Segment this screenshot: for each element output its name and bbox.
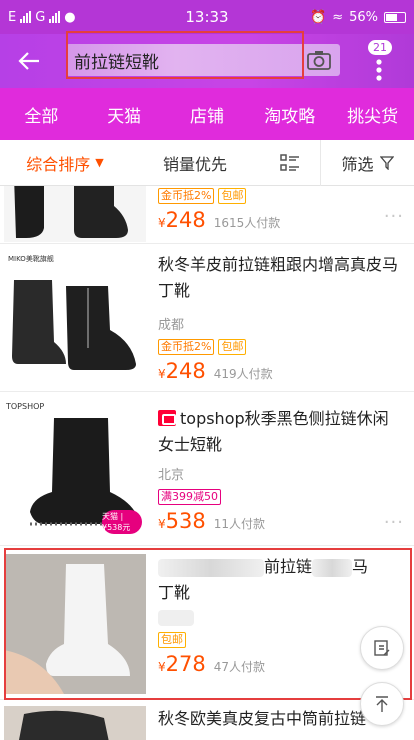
- edit-icon: [374, 640, 390, 656]
- back-to-top-button[interactable]: [360, 682, 404, 726]
- tag-discount: 满399减50: [158, 489, 221, 505]
- shop-logo-text: MIKO美靴旗舰: [8, 255, 54, 263]
- arrow-up-icon: [376, 696, 388, 712]
- list-item[interactable]: TOPSHOP 天猫 | ¥538元 topshop秋季黑色侧拉链休闲女士短靴 …: [0, 392, 414, 546]
- sort-comprehensive[interactable]: 综合排序 ▼: [0, 140, 130, 186]
- search-query: 前拉链短靴: [74, 52, 159, 73]
- status-left: E G ●: [8, 10, 76, 25]
- list-item[interactable]: 前拉链 马 丁靴 包邮 ¥278 47人付款: [0, 546, 414, 700]
- camera-button[interactable]: [304, 48, 334, 72]
- price: 278: [165, 652, 206, 676]
- blurred-text: [312, 558, 353, 577]
- blurred-location: [158, 610, 194, 626]
- paid-count: 11人付款: [213, 517, 266, 531]
- view-toggle-button[interactable]: [260, 140, 320, 186]
- sort-sales[interactable]: 销量优先: [130, 140, 260, 186]
- signal-icon-2: [49, 11, 61, 23]
- battery-icon: [384, 11, 406, 23]
- price: 248: [165, 208, 206, 232]
- caret-down-icon: ▼: [95, 156, 104, 169]
- currency-symbol: ¥: [158, 367, 166, 381]
- filter-button[interactable]: 筛选: [320, 139, 414, 186]
- back-button[interactable]: [0, 34, 58, 88]
- product-title-text: topshop秋季黑色侧拉链休闲女士短靴: [158, 409, 389, 454]
- status-bar: E G ● 13:33 ⏰ ≈ 56%: [0, 0, 414, 34]
- status-right: ⏰ ≈ 56%: [310, 10, 406, 25]
- carrier-e: E: [8, 9, 17, 25]
- tab-shop[interactable]: 店铺: [166, 88, 249, 140]
- qq-icon: ●: [64, 9, 76, 25]
- tmall-price-badge: 天猫 | ¥538元: [102, 510, 142, 534]
- product-title-part: 前拉链: [264, 557, 313, 576]
- back-arrow-icon: [18, 52, 39, 70]
- price: 538: [165, 509, 206, 533]
- product-image: MIKO美靴旗舰: [4, 252, 146, 386]
- funnel-icon: [379, 155, 394, 170]
- blurred-text: [158, 558, 264, 577]
- product-image: [4, 186, 146, 242]
- paid-count: 1615人付款: [213, 216, 281, 230]
- tmall-icon: [158, 410, 176, 426]
- product-title: 秋冬羊皮前拉链粗跟内增高真皮马丁靴: [158, 255, 399, 300]
- product-image: TOPSHOP 天猫 | ¥538元: [4, 400, 146, 540]
- product-image: [4, 706, 146, 740]
- more-options-icon[interactable]: ···: [384, 512, 404, 533]
- shop-logo-text: TOPSHOP: [6, 402, 45, 411]
- list-item[interactable]: 金币抵2% 包邮 ¥248 1615人付款 ···: [0, 186, 414, 244]
- tag-freeship: 包邮: [218, 339, 247, 355]
- paid-count: 47人付款: [213, 660, 266, 674]
- item-info: 金币抵2% 包邮 ¥248 1615人付款: [158, 188, 404, 232]
- signal-icon: [20, 11, 32, 23]
- tag-row: 满399减50: [158, 489, 404, 505]
- search-header: 前拉链短靴 21: [0, 31, 414, 88]
- item-info: topshop秋季黑色侧拉链休闲女士短靴 北京 满399减50 ¥538 11人…: [158, 406, 404, 533]
- location: 成都: [158, 318, 185, 333]
- carrier-g: G: [35, 9, 46, 25]
- tag-coin: 金币抵2%: [158, 339, 215, 355]
- sort-comprehensive-label: 综合排序: [26, 154, 91, 174]
- price: 248: [165, 359, 206, 383]
- filter-label: 筛选: [341, 154, 374, 174]
- product-image: [4, 554, 146, 694]
- more-options-icon[interactable]: ···: [384, 206, 404, 227]
- list-item[interactable]: MIKO美靴旗舰 秋冬羊皮前拉链粗跟内增高真皮马丁靴 成都 金币抵2% 包邮 ¥…: [0, 244, 414, 392]
- product-title-line2: 丁靴: [158, 583, 191, 602]
- location: 北京: [158, 468, 185, 483]
- product-list[interactable]: 金币抵2% 包邮 ¥248 1615人付款 ··· MIKO美靴旗舰 秋冬羊皮前…: [0, 186, 414, 740]
- price-row: ¥248 419人付款: [158, 359, 404, 383]
- battery-percent: 56%: [349, 9, 378, 25]
- currency-symbol: ¥: [158, 216, 166, 230]
- product-title: 前拉链 马 丁靴: [158, 554, 404, 606]
- tab-select[interactable]: 挑尖货: [331, 88, 414, 140]
- price-row: ¥248 1615人付款: [158, 208, 404, 232]
- wifi-icon: ≈: [332, 9, 344, 25]
- camera-icon: [307, 51, 331, 70]
- currency-symbol: ¥: [158, 660, 166, 674]
- category-tabs: 全部 天猫 店铺 淘攻略 挑尖货: [0, 88, 414, 140]
- tab-tmall[interactable]: 天猫: [83, 88, 166, 140]
- tab-all[interactable]: 全部: [0, 88, 83, 140]
- tag-row: 金币抵2% 包邮: [158, 339, 404, 355]
- tag-freeship: 包邮: [218, 188, 247, 204]
- search-input[interactable]: 前拉链短靴: [66, 44, 340, 76]
- product-title: topshop秋季黑色侧拉链休闲女士短靴: [158, 406, 404, 458]
- tag-freeship: 包邮: [158, 632, 186, 648]
- edit-float-button[interactable]: [360, 626, 404, 670]
- product-title-tail: 马: [352, 557, 369, 576]
- notification-badge: 21: [368, 40, 392, 55]
- currency-symbol: ¥: [158, 517, 166, 531]
- price-row: ¥538 11人付款: [158, 509, 404, 533]
- list-view-icon: [280, 153, 299, 171]
- sort-bar: 综合排序 ▼ 销量优先 筛选: [0, 139, 414, 186]
- tag-coin: 金币抵2%: [158, 188, 215, 204]
- more-menu-button[interactable]: 21: [364, 38, 394, 82]
- alarm-icon: ⏰: [310, 9, 327, 25]
- tag-row: 金币抵2% 包邮: [158, 188, 404, 204]
- list-item[interactable]: 秋冬欧美真皮复古中筒前拉链: [0, 700, 414, 740]
- tab-guide[interactable]: 淘攻略: [248, 88, 331, 140]
- item-info: 秋冬羊皮前拉链粗跟内增高真皮马丁靴 成都 金币抵2% 包邮 ¥248 419人付…: [158, 252, 404, 383]
- paid-count: 419人付款: [213, 367, 273, 381]
